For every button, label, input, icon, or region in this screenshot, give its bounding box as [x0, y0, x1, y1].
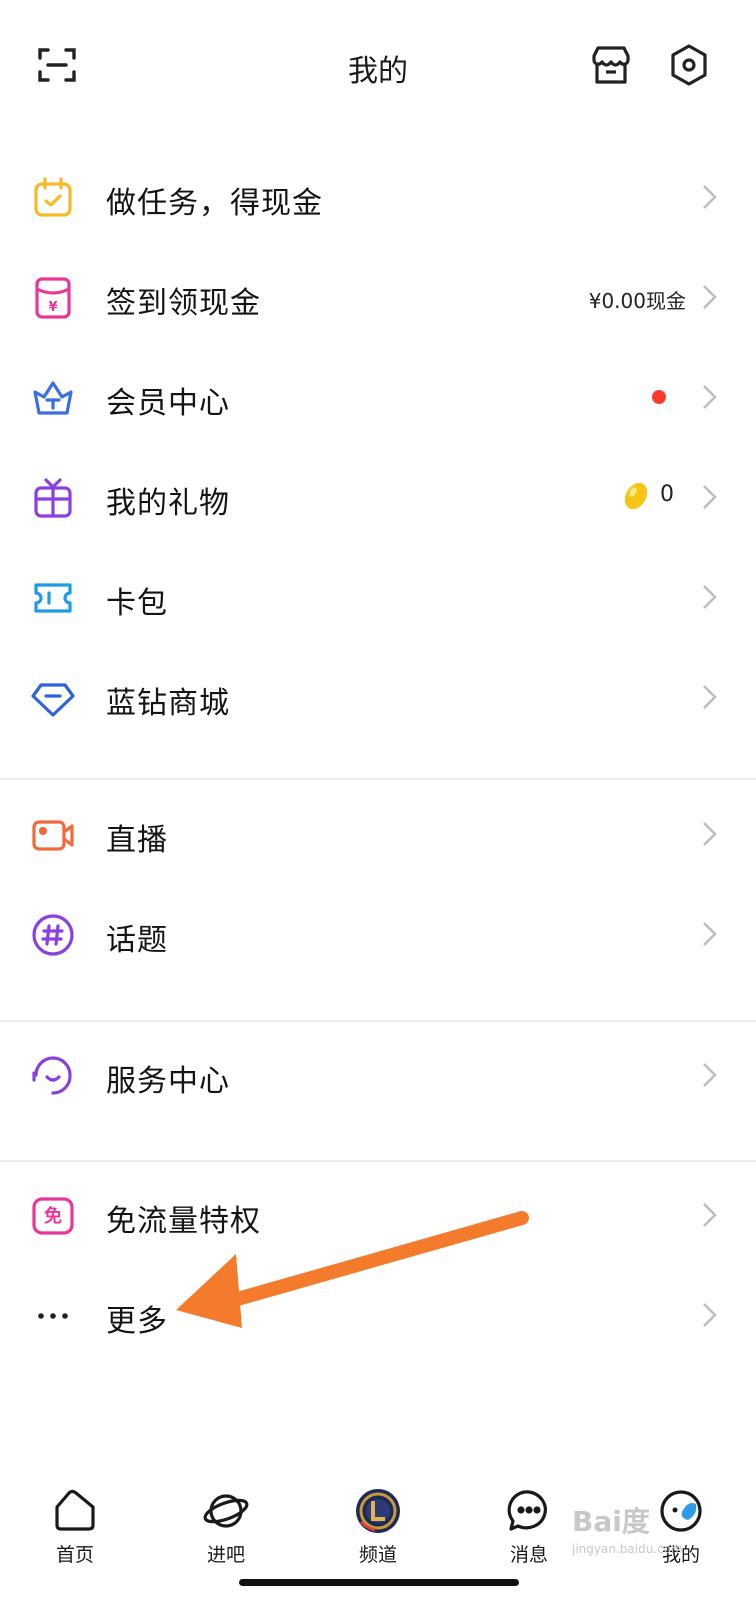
- menu-item-label: 直播: [106, 823, 168, 858]
- tab-label: 进吧: [206, 1544, 245, 1566]
- tab-label: 频道: [358, 1544, 397, 1566]
- menu-item-label: 我的礼物: [106, 486, 230, 521]
- chevron-right-icon: [700, 182, 720, 212]
- section-divider: [0, 778, 756, 780]
- tab-bars[interactable]: 进吧: [171, 1488, 281, 1578]
- page-title: 我的: [348, 54, 408, 89]
- more-dots-icon: [30, 1293, 76, 1339]
- free-data-icon: 免: [30, 1193, 76, 1239]
- menu-item-label: 签到领现金: [106, 286, 261, 321]
- menu-item-diamond-mall[interactable]: 蓝钻商城: [0, 648, 756, 748]
- free-data-icon-text: 免: [44, 1206, 62, 1227]
- red-dot-badge: [652, 390, 666, 404]
- tab-label: 首页: [55, 1544, 94, 1566]
- ticket-icon: [30, 575, 76, 621]
- status-bar: [0, 0, 756, 16]
- diamond-icon: [30, 675, 76, 721]
- chevron-right-icon: [700, 1060, 720, 1090]
- video-camera-icon: [30, 812, 76, 858]
- section-divider: [0, 1020, 756, 1022]
- home-icon: [52, 1488, 98, 1534]
- home-indicator: [239, 1579, 519, 1586]
- tab-messages[interactable]: 消息: [474, 1488, 584, 1578]
- planet-icon: [203, 1488, 249, 1534]
- menu-item-cardpack[interactable]: 卡包: [0, 548, 756, 648]
- menu-item-gifts[interactable]: 我的礼物 0: [0, 448, 756, 548]
- chevron-right-icon: [700, 1200, 720, 1230]
- chevron-right-icon: [700, 482, 720, 512]
- menu-item-label: 卡包: [106, 586, 168, 621]
- watermark-url: jingyan.baidu.com: [572, 1542, 683, 1556]
- tab-label: 消息: [509, 1544, 548, 1566]
- menu-item-label: 更多: [106, 1304, 168, 1339]
- chevron-right-icon: [700, 819, 720, 849]
- chevron-right-icon: [700, 382, 720, 412]
- chat-bubble-icon: [506, 1488, 552, 1534]
- bean-icon: [620, 480, 652, 512]
- menu-item-label: 做任务，得现金: [106, 186, 323, 221]
- shop-icon[interactable]: [588, 42, 634, 88]
- cash-amount: ¥0.00现金: [588, 289, 686, 313]
- menu-item-live[interactable]: 直播: [0, 785, 756, 885]
- baidu-watermark: Bai度 jingyan.baidu.com: [572, 1500, 742, 1570]
- menu-item-tasks[interactable]: 做任务，得现金: [0, 148, 756, 248]
- headset-icon: [30, 1053, 76, 1099]
- menu-item-free-data[interactable]: 免 免流量特权: [0, 1166, 756, 1266]
- menu-item-label: 免流量特权: [106, 1204, 261, 1239]
- hashtag-icon: [30, 912, 76, 958]
- menu-item-service[interactable]: 服务中心: [0, 1026, 756, 1126]
- chevron-right-icon: [700, 1300, 720, 1330]
- red-envelope-icon: ¥: [30, 275, 76, 321]
- tab-channel[interactable]: 频道: [323, 1488, 433, 1578]
- watermark-brand: Bai度: [572, 1505, 650, 1538]
- menu-item-label: 会员中心: [106, 386, 230, 421]
- chevron-right-icon: [700, 282, 720, 312]
- menu-item-topic[interactable]: 话题: [0, 885, 756, 985]
- section-divider: [0, 1160, 756, 1162]
- menu-item-label: 蓝钻商城: [106, 686, 230, 721]
- channel-avatar-icon: [355, 1488, 401, 1534]
- bean-count: 0: [660, 482, 674, 507]
- svg-text:¥: ¥: [48, 300, 57, 315]
- menu-item-label: 话题: [106, 923, 168, 958]
- crown-icon: [30, 375, 76, 421]
- menu-item-vip[interactable]: 会员中心: [0, 348, 756, 448]
- calendar-check-icon: [30, 175, 76, 221]
- chevron-right-icon: [700, 682, 720, 712]
- tab-home[interactable]: 首页: [20, 1488, 130, 1578]
- gift-box-icon: [30, 475, 76, 521]
- chevron-right-icon: [700, 919, 720, 949]
- chevron-right-icon: [700, 582, 720, 612]
- menu-item-label: 服务中心: [106, 1064, 230, 1099]
- menu-item-more[interactable]: 更多: [0, 1266, 756, 1366]
- menu-item-signin[interactable]: ¥ 签到领现金 ¥0.00现金: [0, 248, 756, 348]
- settings-icon[interactable]: [666, 42, 712, 88]
- top-header: 我的: [0, 16, 756, 114]
